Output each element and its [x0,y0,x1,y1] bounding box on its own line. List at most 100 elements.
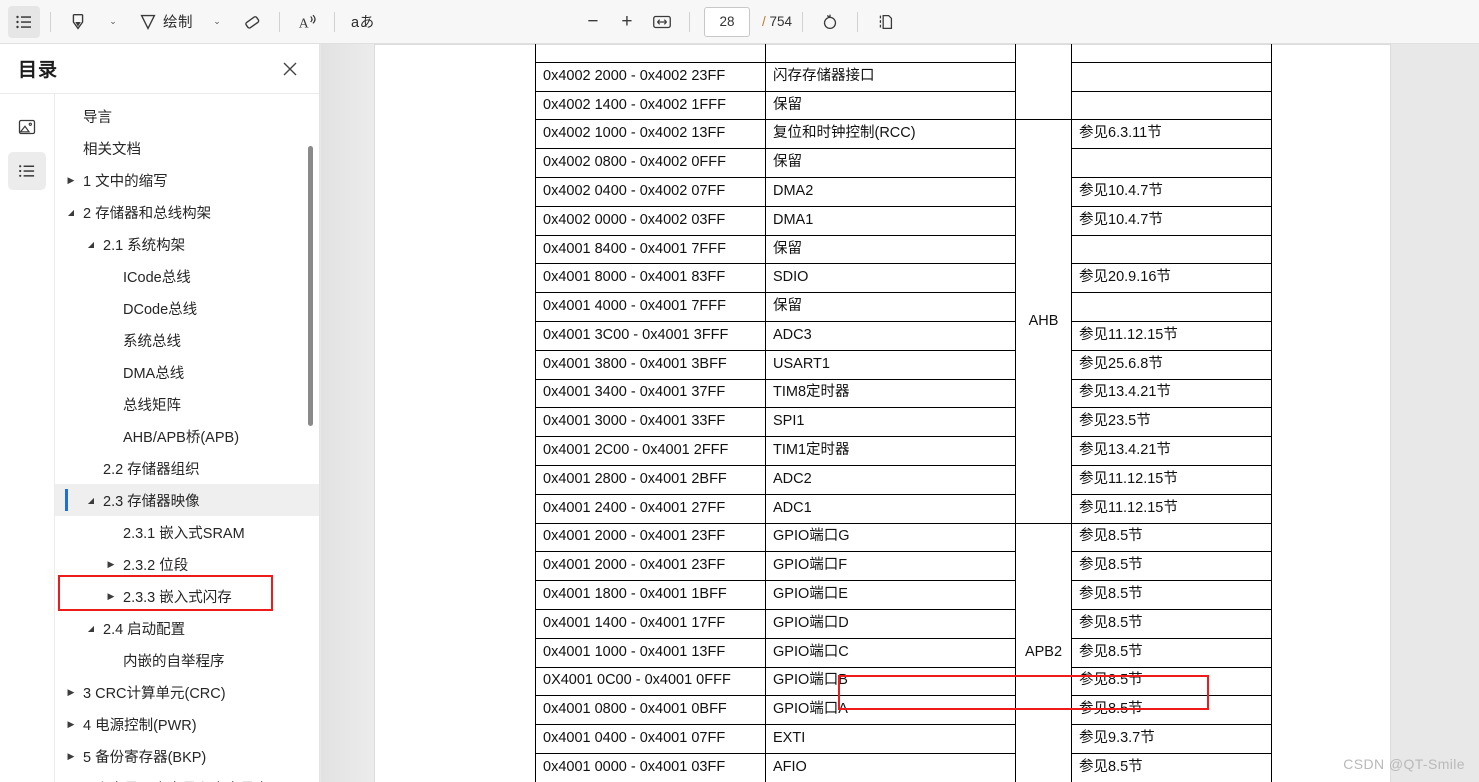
chevron-right-icon[interactable]: ▶ [64,687,78,698]
toc-item-label: 2.3.2 位段 [123,557,189,574]
rotate-icon [823,14,837,29]
cell-peripheral: DMA2 [765,176,1016,207]
toolbar-divider [802,11,804,32]
toc-item[interactable]: 导言 [55,100,319,132]
chevron-down-icon[interactable]: ◢ [84,240,98,249]
chevron-right-icon[interactable]: ▶ [64,175,78,186]
cell-address-range: 0x4001 1000 - 0x4001 13FF [535,637,766,668]
cell-address-range: 0x4001 3000 - 0x4001 33FF [535,407,766,438]
toc-item[interactable]: ▶6 小容量、中容量和大容量产 [55,772,319,782]
pdf-reader-app: ⌄ 绘制 ⌄ A aあ − + 28 / 754 目录 导言 相关文档 ▶ 1 … [0,0,1479,782]
cell-reference: 参见8.5节 [1071,666,1272,697]
chevron-right-icon[interactable]: ▶ [64,751,78,762]
table-row: 0x4002 1400 - 0x4002 1FFF 保留 [535,90,1272,121]
cell-address-range: 0x4001 2400 - 0x4001 27FF [535,493,766,524]
chevron-down-icon[interactable]: ◢ [64,208,78,217]
cell-reference: 参见6.3.11节 [1071,119,1272,150]
page-layout-button[interactable] [868,6,902,38]
toc-item-label: 2 存储器和总线构架 [83,205,212,222]
sidebar: 目录 导言 相关文档 ▶ 1 文中的缩写 ◢ 2 存储器和总线构架 ◢ 2.1 … [0,44,320,782]
sidebar-item-thumbnails[interactable] [8,108,46,146]
sidebar-header: 目录 [0,44,319,94]
toc-item[interactable]: ▶ 1 文中的缩写 [55,164,319,196]
chevron-down-icon[interactable]: ◢ [84,496,98,505]
table-row: 0x4001 0800 - 0x4001 0BFF GPIO端口A 参见8.5节 [535,695,1272,726]
toc-item[interactable]: ▶ 5 备份寄存器(BKP) [55,740,319,772]
toc-item[interactable]: ▶ 2.3.3 嵌入式闪存 [55,580,319,612]
toc-item[interactable]: ◢ 2.3 存储器映像 [55,484,319,516]
table-row: 0x4001 4000 - 0x4001 7FFF 保留 [535,292,1272,322]
table-row: 0x4001 2000 - 0x4001 23FF GPIO端口G APB2 参见8.… [535,522,1272,782]
toc-item[interactable]: ▶ 4 电源控制(PWR) [55,708,319,740]
toolbar-divider [857,11,859,32]
table-row: 0x4002 0800 - 0x4002 0FFF 保留 [535,148,1272,178]
cell-address-range: 0x4001 3400 - 0x4001 37FF [535,378,766,409]
page-number-input[interactable]: 28 [703,6,750,37]
chevron-right-icon[interactable]: ▶ [104,559,118,570]
toc-item[interactable]: ◢ 2 存储器和总线构架 [55,196,319,228]
cell-bus: APB2 [1015,522,1072,782]
close-sidebar-button[interactable] [275,54,305,84]
fit-width-icon [653,15,671,28]
pdf-page: 0x4002 2000 - 0x4002 23FF 闪存存储器接口 0x4002 1… [375,44,1390,782]
cell-address-range: 0x4001 3C00 - 0x4001 3FFF [535,320,766,351]
cell-peripheral: 保留 [765,148,1016,178]
sidebar-body: 导言相关文档 ▶ 1 文中的缩写 ◢ 2 存储器和总线构架 ◢ 2.1 系统构架 ICode总… [0,94,319,782]
cell-address-range: 0x4002 1400 - 0x4002 1FFF [535,90,766,121]
toc-item-label: 2.3.1 嵌入式SRAM [123,525,245,542]
toc-item[interactable]: 总线矩阵 [55,388,319,420]
sidebar-item-outline[interactable] [8,152,46,190]
toc-item[interactable]: 2.2 存储器组织 [55,452,319,484]
cell-peripheral: 保留 [765,292,1016,322]
toc-item[interactable]: 系统总线 [55,324,319,356]
toc-item[interactable]: DCode总线 [55,292,319,324]
table-of-contents[interactable]: 导言相关文档 ▶ 1 文中的缩写 ◢ 2 存储器和总线构架 ◢ 2.1 系统构架 ICode总… [55,94,319,782]
zoom-out-button[interactable]: − [577,6,609,38]
toc-item-label: 相关文档 [83,141,141,158]
toc-item[interactable]: AHB/APB桥(APB) [55,420,319,452]
toc-item-label: 6 小容量、中容量和大容量产 [83,778,269,782]
table-row: 0x4001 3800 - 0x4001 3BFF USART1 参见25.6.8节 [535,349,1272,380]
cell-address-range: 0x4001 2000 - 0x4001 23FF [535,551,766,582]
cell-address-range: 0x4001 8400 - 0x4001 7FFF [535,234,766,265]
toc-item[interactable]: 内嵌的自举程序 [55,644,319,676]
toc-item[interactable]: ◢ 2.4 启动配置 [55,612,319,644]
toc-item[interactable]: ▶ 3 CRC计算单元(CRC) [55,676,319,708]
cell-peripheral: 保留 [765,90,1016,121]
toc-item[interactable]: DMA总线 [55,356,319,388]
sidebar-scrollbar-thumb[interactable] [308,146,313,426]
cell-address-range: 0x4001 0400 - 0x4001 07FF [535,724,766,754]
toc-item[interactable]: ICode总线 [55,260,319,292]
toc-item[interactable]: 2.3.1 嵌入式SRAM [55,516,319,548]
cell-peripheral: SPI1 [765,407,1016,438]
table-row: 0x4001 2000 - 0x4001 23FF GPIO端口F 参见8.5节 [535,551,1272,582]
cell-address-range: 0x4001 2000 - 0x4001 23FF [535,522,766,553]
cell-address-range: 0x4001 0000 - 0x4001 03FF [535,752,766,782]
cell-bus: AHB [1015,119,1072,524]
toolbar-divider [688,11,690,32]
cell-peripheral: AFIO [765,752,1016,782]
document-viewer[interactable]: 0x4002 2000 - 0x4002 23FF 闪存存储器接口 0x4002 1… [321,44,1479,782]
cell-address-range: 0x4001 1800 - 0x4001 1BFF [535,580,766,610]
cell-address-range: 0x4001 2C00 - 0x4001 2FFF [535,436,766,466]
toc-item[interactable]: ◢ 2.1 系统构架 [55,228,319,260]
chevron-right-icon[interactable]: ▶ [64,719,78,730]
cell-bus [1015,44,1072,121]
thumbnail-icon [18,119,36,135]
toc-item[interactable]: 相关文档 [55,132,319,164]
fit-width-button[interactable] [645,6,679,38]
cell-reference: 参见20.9.16节 [1071,263,1272,294]
cell-reference [1071,148,1272,178]
chevron-right-icon[interactable]: ▶ [104,591,118,602]
cell-peripheral: ADC3 [765,320,1016,351]
table-row: 0x4001 1800 - 0x4001 1BFF GPIO端口E 参见8.5节 [535,580,1272,610]
toc-item-label: 2.4 启动配置 [103,621,186,638]
rotate-button[interactable] [813,6,847,38]
toc-item[interactable]: ▶ 2.3.2 位段 [55,548,319,580]
table-row: 0x4001 1000 - 0x4001 13FF GPIO端口C 参见8.5节 [535,637,1272,668]
toolbar-center-group: − + 28 / 754 [0,6,1479,38]
zoom-in-button[interactable]: + [611,6,643,38]
toc-item-label: 2.2 存储器组织 [103,461,200,478]
cell-reference: 参见11.12.15节 [1071,464,1272,495]
chevron-down-icon[interactable]: ◢ [84,624,98,633]
